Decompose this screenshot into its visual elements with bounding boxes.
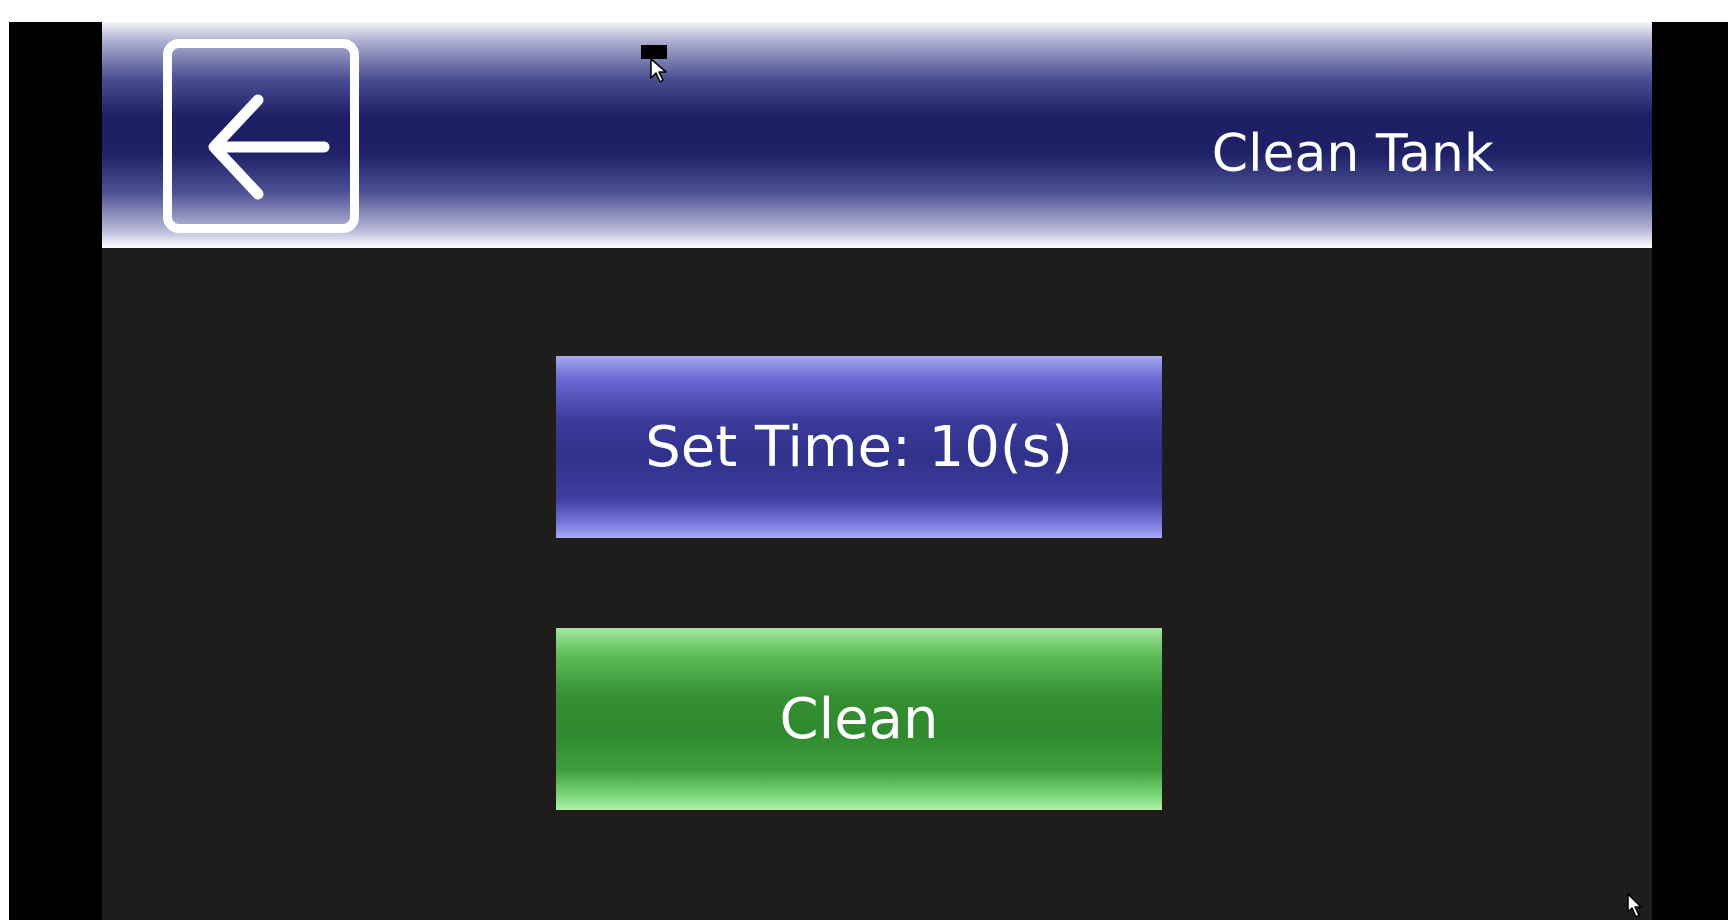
header-bar: Clean Tank [102, 22, 1652, 248]
page-title: Clean Tank [1211, 124, 1494, 184]
pointer-cursor-icon [641, 45, 667, 83]
back-button[interactable] [163, 39, 359, 233]
set-time-label: Set Time: 10(s) [645, 414, 1073, 480]
device-screen: Clean Tank Set Time: 10(s) Clean [102, 22, 1652, 920]
clean-button[interactable]: Clean [556, 628, 1162, 810]
set-time-button[interactable]: Set Time: 10(s) [556, 356, 1162, 538]
clean-label: Clean [779, 686, 939, 752]
arrow-left-icon [208, 94, 330, 200]
pointer-cursor-icon [1627, 893, 1642, 918]
